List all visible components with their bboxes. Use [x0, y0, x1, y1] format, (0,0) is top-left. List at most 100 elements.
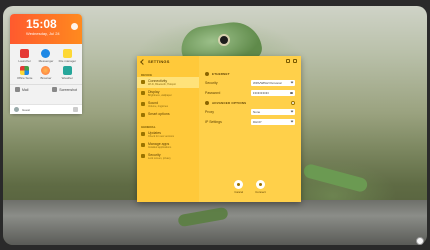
chevron-down-icon [290, 80, 294, 84]
app-browser[interactable]: Browser [35, 66, 56, 80]
apps-icon [141, 143, 145, 147]
wifi-icon [141, 80, 145, 84]
avatar [14, 107, 19, 112]
shield-icon [141, 154, 145, 158]
wallpaper-lizard-arm [302, 162, 369, 194]
display-icon [141, 91, 145, 95]
app-label: Messenger [38, 59, 54, 63]
settings-title-bar: SETTINGS [140, 58, 170, 65]
proxy-row: Proxy None [205, 109, 295, 115]
ip-row: IP Settings DHCP [205, 119, 295, 125]
advanced-icon [205, 101, 209, 105]
close-icon[interactable] [293, 59, 297, 63]
check-icon [255, 180, 265, 189]
sidebar-item-connectivity[interactable]: Connectivity Wi-Fi, Bluetooth, Hotspot [137, 77, 199, 88]
sidebar-item-sub: Brightness, wallpaper [148, 94, 172, 97]
settings-window: SETTINGS DEVICE Connectivity Wi-Fi, Blue… [137, 56, 301, 202]
launcher-icon [20, 49, 30, 58]
window-controls [286, 59, 297, 63]
app-label: File manager [58, 59, 77, 63]
notification-button[interactable] [416, 237, 424, 245]
cancel-button[interactable]: Cancel [234, 180, 244, 194]
quick-screenshot[interactable]: Screenshot [52, 87, 77, 92]
quick-label: Screenshot [59, 87, 77, 92]
settings-footer: Cancel Connect [199, 180, 301, 194]
quick-actions: Mail Screenshot [10, 84, 82, 94]
add-user-icon[interactable] [73, 107, 78, 112]
screenshot-icon [52, 87, 58, 92]
cancel-label: Cancel [234, 190, 244, 194]
wallpaper-lizard-eye [218, 34, 230, 46]
settings-sidebar: SETTINGS DEVICE Connectivity Wi-Fi, Blue… [137, 56, 199, 202]
sidebar-item-display[interactable]: Display Brightness, wallpaper [137, 88, 199, 99]
clock-date: Wednesday, Jul 24 [26, 31, 60, 36]
sidebar-item-sub: Wi-Fi, Bluetooth, Hotspot [148, 83, 176, 86]
eye-icon[interactable] [290, 92, 293, 94]
launcher-widget: 15:08 Wednesday, Jul 24 Launcher Messeng… [10, 14, 82, 114]
sidebar-item-sound[interactable]: Sound Volume, ringtones [137, 99, 199, 110]
ip-select[interactable]: DHCP [251, 119, 295, 125]
clock-header: 15:08 Wednesday, Jul 24 [10, 14, 82, 44]
speaker-icon [141, 102, 145, 106]
ip-label: IP Settings [205, 120, 222, 124]
sidebar-item-security[interactable]: Security Lock screen, privacy [137, 151, 199, 162]
user-row[interactable]: Guest [10, 104, 82, 114]
app-label: Launcher [18, 59, 31, 63]
sidebar-item-sub: Volume, ringtones [148, 105, 169, 108]
security-select[interactable]: WPA/WPA2 Personal [251, 80, 295, 86]
security-label: Security [205, 81, 218, 85]
mail-icon [15, 87, 20, 92]
section-title: ADVANCED OPTIONS [212, 101, 247, 105]
proxy-value: None [253, 110, 261, 114]
proxy-label: Proxy [205, 110, 214, 114]
section-title: ETHERNET [212, 72, 230, 76]
wallpaper-wood [3, 200, 427, 245]
close-icon[interactable] [71, 23, 78, 30]
sidebar-item-smart-options[interactable]: Smart options [137, 110, 199, 119]
sidebar-item-manage-apps[interactable]: Manage apps Installed applications [137, 140, 199, 151]
password-value: •••••••••• [253, 90, 270, 95]
sidebar-item-label: Smart options [148, 112, 170, 116]
search-icon[interactable] [286, 59, 290, 63]
chevron-down-icon [290, 109, 294, 113]
quick-mail[interactable]: Mail [15, 87, 28, 92]
update-icon [141, 132, 145, 136]
connect-label: Connect [255, 190, 266, 194]
browser-icon [41, 66, 51, 75]
password-row: Password •••••••••• [205, 90, 295, 96]
app-file-manager[interactable]: File manager [57, 49, 78, 63]
quick-label: Mail [22, 87, 29, 92]
app-launcher[interactable]: Launcher [14, 49, 35, 63]
settings-main: ETHERNET Security WPA/WPA2 Personal Pass… [199, 56, 301, 202]
app-label: Office Suite [16, 76, 33, 80]
sidebar-item-sub: Installed applications [148, 146, 172, 149]
messenger-icon [41, 49, 51, 58]
password-label: Password [205, 91, 221, 95]
password-field[interactable]: •••••••••• [251, 90, 295, 96]
app-weather[interactable]: Weather [57, 66, 78, 80]
sidebar-item-sub: Check for new versions [148, 135, 174, 138]
folder-icon [62, 49, 72, 58]
connect-button[interactable]: Connect [255, 180, 266, 194]
advanced-section-header: ADVANCED OPTIONS [205, 101, 295, 105]
page-title: SETTINGS [148, 59, 170, 64]
app-messenger[interactable]: Messenger [35, 49, 56, 63]
app-grid: Launcher Messenger File manager Office S… [10, 44, 82, 82]
security-row: Security WPA/WPA2 Personal [205, 80, 295, 86]
ethernet-section-header: ETHERNET [205, 72, 295, 76]
weather-icon [62, 66, 72, 75]
sidebar-item-updates[interactable]: Updates Check for new versions [137, 129, 199, 140]
app-office[interactable]: Office Suite [14, 66, 35, 80]
ip-value: DHCP [253, 120, 262, 124]
user-name: Guest [22, 107, 31, 112]
app-label: Weather [61, 76, 73, 80]
star-icon [141, 113, 145, 117]
back-icon[interactable] [140, 58, 146, 65]
app-label: Browser [40, 76, 52, 80]
security-value: WPA/WPA2 Personal [253, 81, 282, 85]
proxy-select[interactable]: None [251, 109, 295, 115]
chevron-down-icon [290, 119, 294, 123]
expand-toggle[interactable] [291, 101, 295, 105]
ethernet-icon [205, 72, 209, 76]
sidebar-item-sub: Lock screen, privacy [148, 157, 171, 160]
